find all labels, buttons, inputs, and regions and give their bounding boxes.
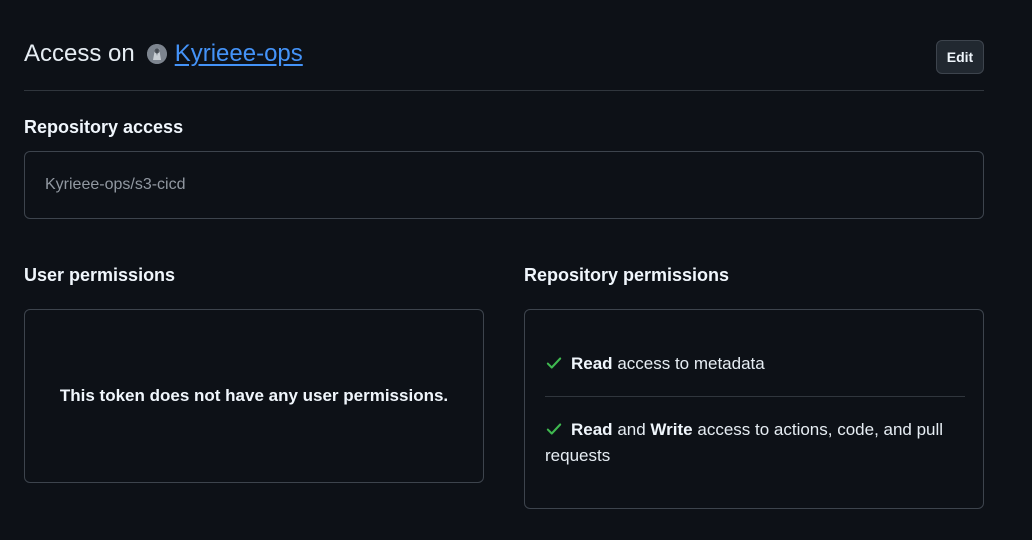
repository-access-heading: Repository access	[24, 117, 184, 137]
avatar-icon	[146, 44, 167, 64]
check-icon	[546, 423, 562, 435]
repository-name: Kyrieee-ops/s3-cicd	[45, 176, 186, 193]
repository-permissions-box: Read access to metadata Read and Write a…	[524, 309, 984, 509]
user-permissions-box: This token does not have any user permis…	[24, 309, 484, 483]
permission-description: access to metadata	[617, 354, 765, 373]
token-access-page: Access on Kyrieee-ops Edit Repository ac…	[0, 0, 1032, 540]
permission-level: Read	[571, 354, 613, 373]
permission-connector: and	[617, 420, 646, 439]
access-header: Access on Kyrieee-ops Edit	[24, 38, 984, 91]
permission-divider	[545, 396, 965, 397]
permission-level: Read	[571, 420, 613, 439]
edit-button[interactable]: Edit	[936, 40, 984, 74]
user-permissions-heading: User permissions	[24, 265, 176, 285]
permission-item: Read access to metadata	[545, 351, 965, 377]
repository-access-box: Kyrieee-ops/s3-cicd	[24, 151, 984, 219]
owner-link[interactable]: Kyrieee-ops	[175, 40, 303, 68]
repository-permissions-heading: Repository permissions	[524, 265, 730, 285]
title-prefix: Access on	[24, 40, 135, 67]
permission-level: Write	[650, 420, 693, 439]
check-icon	[546, 357, 562, 369]
avatar	[146, 44, 167, 64]
permission-item: Read and Write access to actions, code, …	[545, 417, 965, 469]
page-title: Access on Kyrieee-ops	[24, 40, 303, 68]
no-user-permissions-message: This token does not have any user permis…	[59, 386, 449, 405]
